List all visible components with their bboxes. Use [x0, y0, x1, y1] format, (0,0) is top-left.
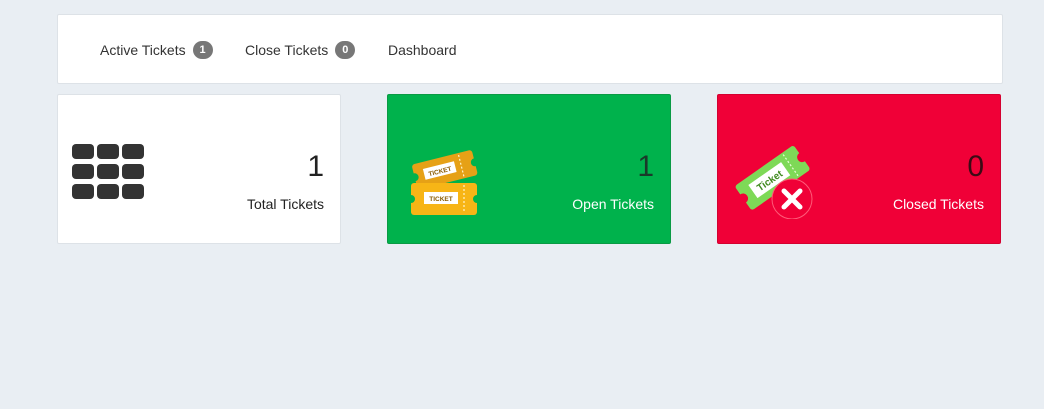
open-tickets-count: 1 — [637, 150, 654, 183]
nav-dashboard-label: Dashboard — [388, 42, 457, 58]
nav-close-tickets[interactable]: Close Tickets 0 — [245, 15, 356, 85]
nav-close-tickets-label: Close Tickets — [245, 42, 329, 58]
total-tickets-count: 1 — [307, 150, 324, 183]
nav-dashboard[interactable]: Dashboard — [388, 15, 457, 85]
nav-active-tickets-label: Active Tickets — [100, 42, 186, 58]
ticket-closed-icon: Ticket — [735, 146, 813, 219]
open-tickets-card[interactable]: TICKET TICKET 1 Open Tickets — [387, 94, 671, 244]
grid-icon — [72, 144, 144, 199]
closed-tickets-card[interactable]: Ticket 0 Closed Tickets — [717, 94, 1001, 244]
open-tickets-label: Open Tickets — [572, 196, 654, 212]
total-tickets-label: Total Tickets — [246, 196, 324, 212]
active-tickets-badge: 1 — [192, 41, 213, 59]
ticket-nav: Active Tickets 1 Close Tickets 0 Dashboa… — [57, 14, 1003, 84]
total-tickets-card[interactable]: 1 Total Tickets — [57, 94, 341, 244]
nav-active-tickets[interactable]: Active Tickets 1 — [100, 15, 213, 85]
closed-tickets-count: 0 — [967, 150, 984, 183]
close-tickets-badge: 0 — [335, 41, 356, 59]
front-ticket-text: TICKET — [429, 196, 453, 203]
closed-tickets-label: Closed Tickets — [892, 196, 984, 212]
tickets-icon: TICKET TICKET — [408, 150, 480, 215]
